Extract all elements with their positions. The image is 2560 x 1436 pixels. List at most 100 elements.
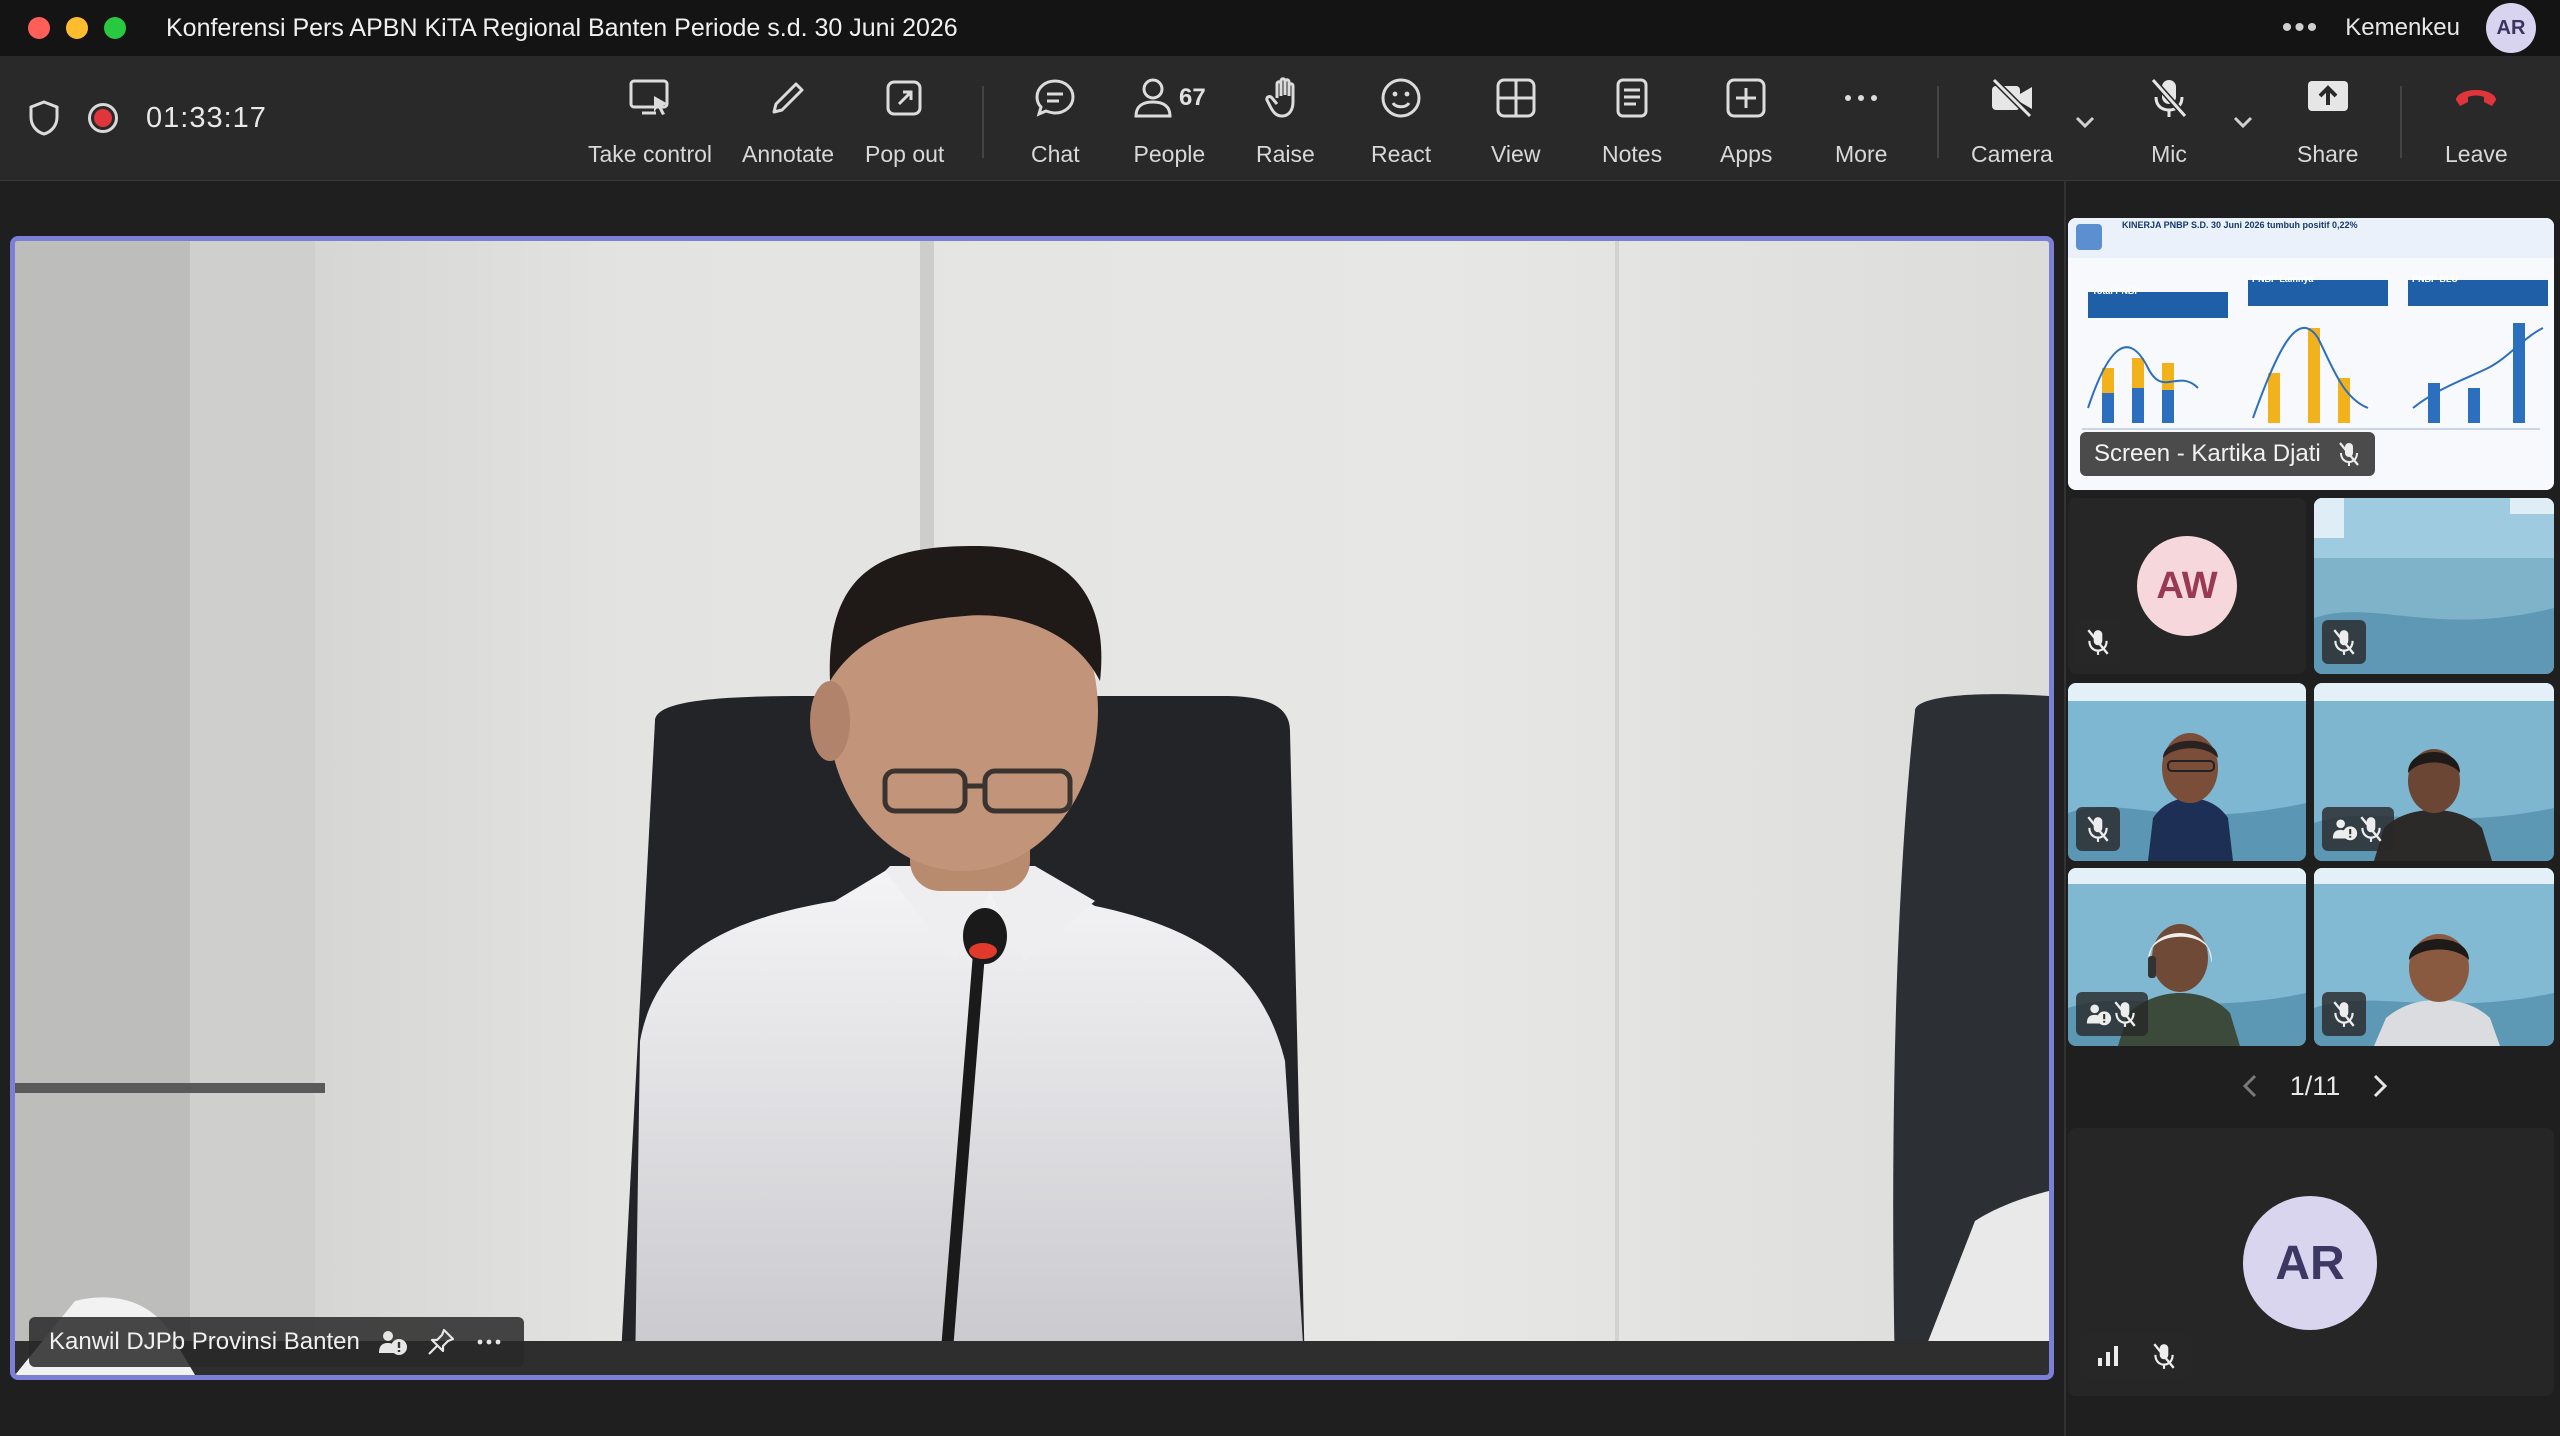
recording-icon bbox=[88, 103, 118, 133]
view-button[interactable]: View bbox=[1491, 76, 1540, 168]
page-indicator: 1/11 bbox=[2289, 1070, 2341, 1101]
ellipsis-icon bbox=[1845, 95, 1878, 101]
mic-button[interactable]: Mic bbox=[2147, 76, 2191, 168]
mic-off-icon bbox=[2338, 442, 2359, 466]
take-control-button[interactable]: Take control bbox=[588, 76, 712, 168]
react-button[interactable]: React bbox=[1371, 76, 1431, 168]
pop-out-icon bbox=[886, 80, 922, 116]
participant-tile[interactable] bbox=[2068, 683, 2306, 861]
hang-up-icon bbox=[2456, 90, 2497, 106]
speaker-name: Kanwil DJPb Provinsi Banten bbox=[49, 1328, 360, 1355]
camera-options-chevron-icon[interactable] bbox=[2074, 114, 2096, 130]
slide-card-lainnya: PNBP Lainnya bbox=[2252, 274, 2314, 284]
view-label: View bbox=[1491, 141, 1541, 167]
screen-share-label: Screen - Kartika Djati bbox=[2080, 432, 2375, 476]
chat-button[interactable]: Chat bbox=[1031, 76, 1080, 168]
mic-off-icon bbox=[2114, 1001, 2136, 1027]
participant-tile[interactable] bbox=[2314, 868, 2554, 1046]
camera-label: Camera bbox=[1971, 141, 2053, 167]
meeting-title: Konferensi Pers APBN KiTA Regional Bante… bbox=[166, 13, 958, 42]
speaker-name-tag: Kanwil DJPb Provinsi Banten bbox=[29, 1317, 524, 1367]
participant-tile[interactable] bbox=[2314, 683, 2554, 861]
toolbar-divider bbox=[1937, 86, 1939, 158]
meeting-timer: 01:33:17 bbox=[146, 101, 267, 134]
camera-button[interactable]: Camera bbox=[1971, 76, 2053, 168]
user-avatar[interactable]: AR bbox=[2486, 3, 2536, 53]
share-screen-icon bbox=[2307, 81, 2348, 111]
more-button[interactable]: More bbox=[1835, 76, 1887, 168]
apps-label: Apps bbox=[1720, 141, 1773, 167]
gallery-pager: 1/11 bbox=[2240, 1066, 2390, 1106]
take-control-label: Take control bbox=[588, 141, 713, 167]
participant-muted-badge bbox=[2076, 620, 2120, 664]
self-view-tile[interactable]: AR bbox=[2068, 1128, 2554, 1396]
toolbar-divider bbox=[2400, 86, 2402, 158]
pen-icon bbox=[772, 82, 804, 114]
chevron-right-icon[interactable] bbox=[2370, 1072, 2390, 1100]
apps-button[interactable]: Apps bbox=[1720, 76, 1772, 168]
annotate-label: Annotate bbox=[742, 141, 835, 167]
screen-share-owner: Screen - Kartika Djati bbox=[2094, 440, 2321, 467]
speaker-video bbox=[15, 241, 2049, 1375]
window-controls bbox=[28, 17, 126, 39]
pop-out-label: Pop out bbox=[865, 141, 945, 167]
pin-icon[interactable] bbox=[426, 1327, 456, 1357]
chat-label: Chat bbox=[1031, 141, 1080, 167]
self-avatar: AR bbox=[2243, 1196, 2377, 1330]
leave-button[interactable]: Leave bbox=[2445, 76, 2508, 168]
shield-icon[interactable] bbox=[28, 100, 60, 136]
more-label: More bbox=[1835, 141, 1888, 167]
title-bar: Konferensi Pers APBN KiTA Regional Bante… bbox=[0, 0, 2560, 56]
participant-muted-badge bbox=[2076, 807, 2120, 851]
participant-muted-badge bbox=[2322, 620, 2366, 664]
notes-label: Notes bbox=[1602, 141, 1663, 167]
panel-divider bbox=[2064, 180, 2066, 1436]
chevron-left-icon[interactable] bbox=[2240, 1072, 2260, 1100]
participant-role-icon bbox=[2332, 819, 2358, 841]
take-control-icon bbox=[629, 79, 669, 115]
organization-name[interactable]: Kemenkeu bbox=[2345, 14, 2460, 42]
slide-title: KINERJA PNBP S.D. 30 Juni 2026 tumbuh po… bbox=[2122, 220, 2358, 230]
annotate-button[interactable]: Annotate bbox=[742, 76, 834, 168]
mic-off-icon bbox=[2333, 629, 2355, 655]
mic-off-icon bbox=[2150, 78, 2188, 118]
participant-tile[interactable] bbox=[2068, 868, 2306, 1046]
close-window-button[interactable] bbox=[28, 17, 50, 39]
raise-hand-button[interactable]: Raise bbox=[1256, 76, 1315, 168]
grid-view-icon bbox=[1496, 78, 1536, 118]
mic-off-icon bbox=[2153, 1343, 2175, 1369]
maximize-window-button[interactable] bbox=[104, 17, 126, 39]
mic-label: Mic bbox=[2151, 141, 2187, 167]
people-label: People bbox=[1133, 141, 1206, 167]
hand-icon bbox=[1265, 77, 1295, 118]
participant-role-icon bbox=[378, 1331, 407, 1355]
main-video-stage[interactable]: Kanwil DJPb Provinsi Banten bbox=[10, 236, 2054, 1380]
people-icon bbox=[1134, 78, 1172, 118]
toolbar-divider bbox=[982, 86, 984, 158]
notes-button[interactable]: Notes bbox=[1602, 76, 1662, 168]
participant-tile[interactable]: AW bbox=[2068, 498, 2306, 674]
participant-tile[interactable] bbox=[2314, 498, 2554, 674]
smile-icon bbox=[1381, 78, 1421, 118]
participant-status-badge bbox=[2322, 807, 2394, 851]
mic-options-chevron-icon[interactable] bbox=[2232, 114, 2254, 130]
more-options-icon[interactable] bbox=[474, 1327, 504, 1357]
signal-strength-icon bbox=[2098, 1346, 2118, 1366]
participant-avatar: AW bbox=[2137, 536, 2237, 636]
people-button[interactable]: 67 People bbox=[1133, 76, 1206, 168]
share-button[interactable]: Share bbox=[2297, 76, 2358, 168]
notes-icon bbox=[1616, 78, 1648, 118]
pop-out-button[interactable]: Pop out bbox=[865, 76, 944, 168]
camera-off-icon bbox=[1991, 77, 2033, 119]
screen-share-tile[interactable]: KINERJA PNBP S.D. 30 Juni 2026 tumbuh po… bbox=[2068, 218, 2554, 490]
minimize-window-button[interactable] bbox=[66, 17, 88, 39]
more-options-icon[interactable]: ••• bbox=[2282, 13, 2320, 43]
leave-label: Leave bbox=[2445, 141, 2508, 167]
react-label: React bbox=[1371, 141, 1432, 167]
add-app-icon bbox=[1726, 78, 1766, 118]
self-status-badge bbox=[2080, 1334, 2192, 1378]
slide-card-total: Total PNBP bbox=[2092, 286, 2141, 296]
people-count: 67 bbox=[1179, 84, 1206, 111]
chat-icon bbox=[1035, 79, 1075, 117]
mic-off-icon bbox=[2333, 1001, 2355, 1027]
